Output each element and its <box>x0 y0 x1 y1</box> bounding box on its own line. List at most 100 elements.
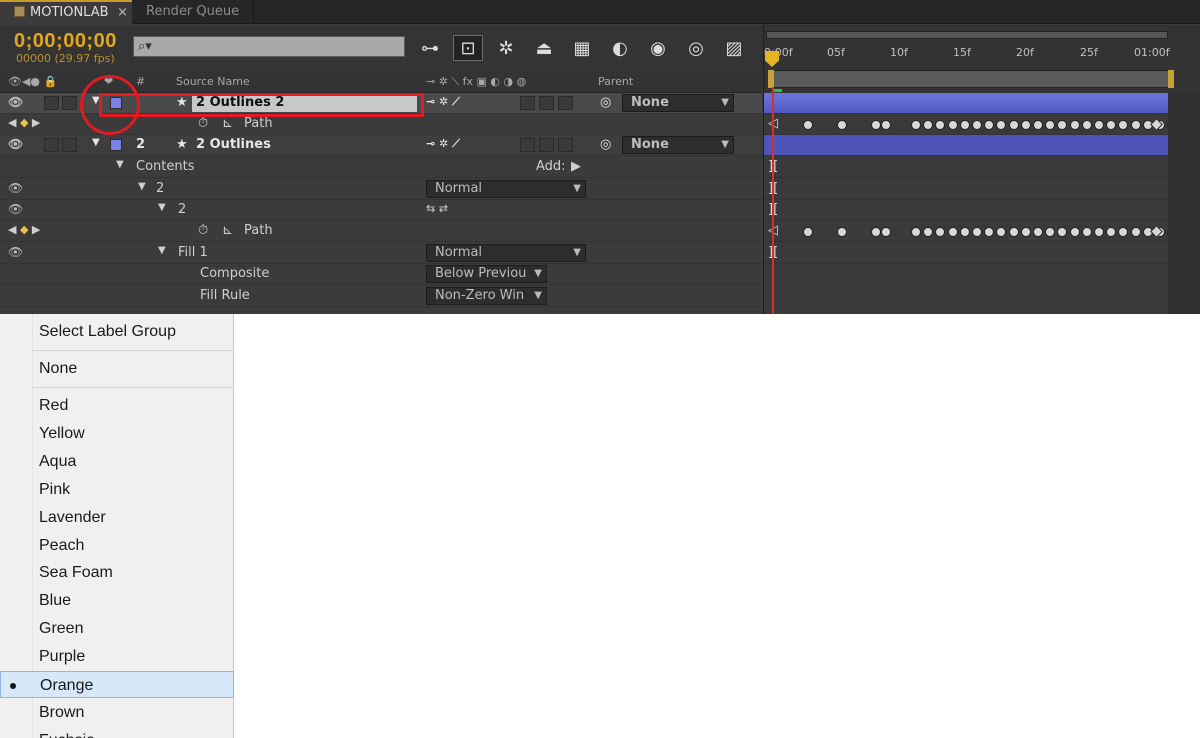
close-icon[interactable]: × <box>117 2 128 23</box>
layer-switches[interactable]: ⊸ ✲ ⟋ <box>426 137 460 151</box>
eye-icon[interactable]: 👁 <box>8 245 23 259</box>
keyframe-marker[interactable] <box>881 227 891 237</box>
keyframe-marker[interactable] <box>1094 120 1104 130</box>
keyframe-marker[interactable] <box>959 227 970 237</box>
layer-duration-bar-1[interactable] <box>764 93 1168 114</box>
expand-chevron-icon[interactable]: ▼ <box>158 202 166 213</box>
expand-chevron-icon[interactable]: ▼ <box>138 181 146 192</box>
keyframe-marker[interactable] <box>935 120 946 130</box>
work-area-end-handle[interactable] <box>1168 70 1174 88</box>
keyframe-marker[interactable] <box>1069 227 1080 237</box>
menu-item-orange[interactable]: Orange <box>0 671 234 698</box>
layer-switches[interactable]: ⊸ ✲ ⟋ <box>426 95 460 109</box>
menu-item-lavender[interactable]: Lavender <box>0 504 234 531</box>
expand-chevron-icon[interactable]: ▼ <box>158 245 166 256</box>
eye-icon[interactable]: 👁 <box>8 202 23 216</box>
work-area-bar[interactable] <box>768 70 1172 88</box>
keyframe-marker[interactable] <box>1118 120 1129 130</box>
layer-label-color[interactable] <box>110 139 122 151</box>
stopwatch-icon[interactable]: ⏱ <box>198 116 208 131</box>
layer-name[interactable]: 2 Outlines <box>196 137 271 152</box>
current-time-display[interactable]: 0;00;00;00 <box>14 30 117 53</box>
eye-icon[interactable]: 👁 <box>8 95 23 109</box>
keyframe-marker[interactable] <box>1020 227 1031 237</box>
keyframe-marker[interactable] <box>1020 120 1031 130</box>
solo-switch[interactable] <box>62 138 77 152</box>
graph-editor-icon[interactable]: ◎ <box>681 35 711 61</box>
keyframe-marker[interactable] <box>935 227 946 237</box>
keyframe-marker[interactable] <box>837 120 847 130</box>
solo-switch[interactable] <box>62 96 77 110</box>
menu-item-green[interactable]: Green <box>0 615 234 642</box>
keyframe-nav-icon[interactable]: ◀ ◆ ▶ <box>8 116 40 129</box>
draft-3d-icon[interactable]: ⊡ <box>453 35 483 61</box>
stopwatch-icon[interactable]: ⏱ <box>198 223 208 238</box>
audio-switch[interactable] <box>44 96 59 110</box>
menu-item-red[interactable]: Red <box>0 392 234 419</box>
keyframe-marker[interactable] <box>972 227 982 237</box>
eye-icon[interactable]: 👁 <box>8 137 23 151</box>
keyframe-marker[interactable] <box>1045 120 1056 130</box>
menu-item-purple[interactable]: Purple <box>0 643 234 670</box>
tab-render-queue[interactable]: Render Queue <box>134 0 254 24</box>
keyframe-marker[interactable] <box>803 120 813 130</box>
keyframe-marker[interactable] <box>881 120 891 130</box>
switch-box[interactable] <box>558 96 573 110</box>
keyframe-marker[interactable] <box>1106 227 1117 237</box>
timeline-graph-area[interactable]: 0:00f 05f 10f 15f 20f 25f 01:00f ◁ ][ ][… <box>763 25 1200 314</box>
menu-item-aqua[interactable]: Aqua <box>0 448 234 475</box>
parent-pickwhip-icon[interactable]: ◎ <box>600 137 611 152</box>
source-name-header[interactable]: Source Name <box>176 75 250 88</box>
keyframe-marker[interactable] <box>1057 120 1068 130</box>
layer-search-input[interactable]: ⌕▾ <box>133 36 405 57</box>
switch-box[interactable] <box>558 138 573 152</box>
keyframe-marker[interactable] <box>972 120 982 130</box>
keyframe-marker[interactable] <box>947 120 958 130</box>
switch-box[interactable] <box>539 96 554 110</box>
keyframe-marker[interactable] <box>1008 227 1019 237</box>
menu-item-fuchsia[interactable]: Fuchsia <box>0 727 234 738</box>
keyframe-marker[interactable] <box>923 120 934 130</box>
switch-box[interactable] <box>520 96 535 110</box>
parent-dropdown[interactable]: None ▼ <box>622 136 734 154</box>
tab-motionlab[interactable]: MOTIONLAB × <box>0 0 132 24</box>
playhead-line[interactable] <box>772 87 774 314</box>
composite-dropdown[interactable]: Below Previou ▼ <box>426 265 547 283</box>
keyframe-marker[interactable] <box>837 227 847 237</box>
keyframe-marker[interactable] <box>1094 227 1104 237</box>
keyframe-marker[interactable] <box>1118 227 1129 237</box>
hide-shy-layers-icon[interactable]: ✲ <box>491 35 521 61</box>
menu-item-peach[interactable]: Peach <box>0 532 234 559</box>
menu-item-sea-foam[interactable]: Sea Foam <box>0 559 234 586</box>
keyframe-marker[interactable] <box>947 227 958 237</box>
keyframe-marker[interactable] <box>984 120 995 130</box>
keyframe-marker[interactable] <box>1130 227 1141 237</box>
work-area-start-handle[interactable] <box>768 70 774 88</box>
keyframe-marker[interactable] <box>1008 120 1019 130</box>
expand-chevron-icon[interactable]: ▼ <box>92 137 100 148</box>
parent-dropdown[interactable]: None ▼ <box>622 94 734 112</box>
keyframe-marker[interactable] <box>1106 120 1117 130</box>
keyframe-marker[interactable] <box>1033 120 1043 130</box>
playhead-handle-icon[interactable] <box>765 51 779 67</box>
menu-item-brown[interactable]: Brown <box>0 699 234 726</box>
keyframe-marker[interactable] <box>871 227 881 237</box>
brainstorm-icon[interactable]: ◐ <box>605 35 635 61</box>
parent-pickwhip-icon[interactable]: ◎ <box>600 95 611 110</box>
keyframe-marker[interactable] <box>871 120 881 130</box>
keyframe-marker[interactable] <box>1081 227 1092 237</box>
menu-item-pink[interactable]: Pink <box>0 476 234 503</box>
fill-blend-dropdown[interactable]: Normal ▼ <box>426 244 586 262</box>
auto-keyframe-icon[interactable]: ◉ <box>643 35 673 61</box>
comp-mini-flowchart-icon[interactable]: ⊶ <box>415 35 445 61</box>
time-navigator[interactable] <box>766 31 1168 39</box>
keyframe-marker[interactable] <box>1033 227 1043 237</box>
keyframe-marker[interactable] <box>1057 227 1068 237</box>
add-arrow-icon[interactable]: ▶ <box>571 159 581 174</box>
keyframe-marker[interactable] <box>911 227 921 237</box>
chart-icon[interactable]: ▨ <box>719 35 749 61</box>
layer-row-2[interactable]: 👁 ▼ 2 ★ 2 Outlines ⊸ ✲ ⟋ ◎ None ▼ <box>0 135 762 156</box>
expand-chevron-icon[interactable]: ▼ <box>116 159 124 170</box>
keyframe-marker[interactable] <box>1069 120 1080 130</box>
keyframe-marker[interactable] <box>923 227 934 237</box>
